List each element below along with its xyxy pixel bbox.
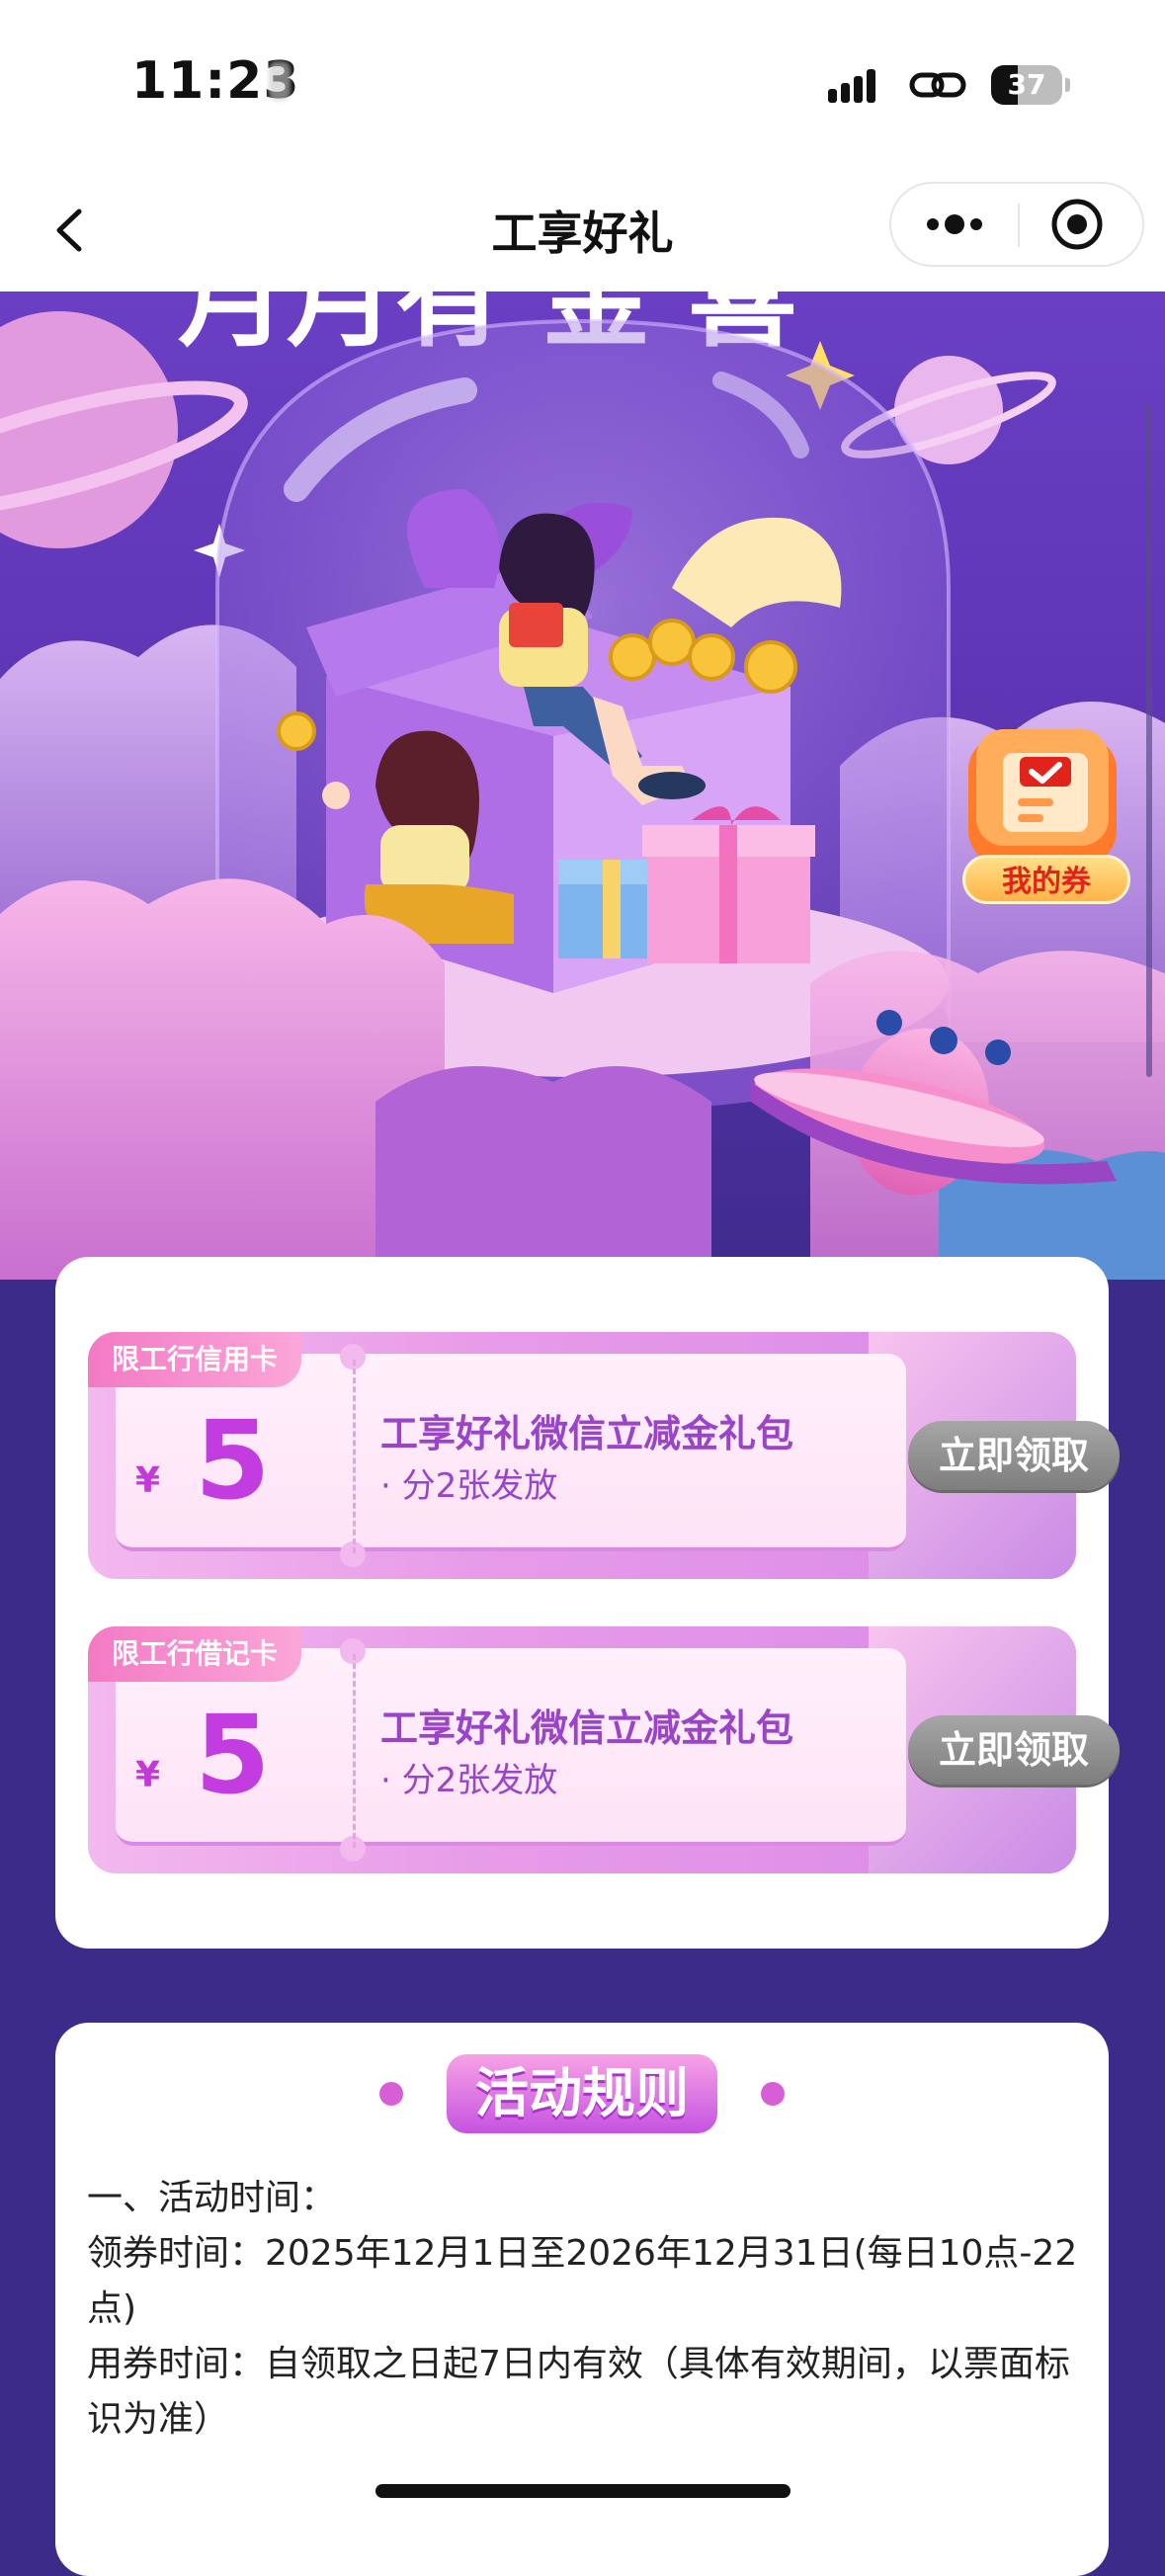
coupon-subtitle: · 分2张发放 [380, 1761, 558, 1800]
coupon-title: 工享好礼微信立减金礼包 [380, 1412, 794, 1455]
rules-title-badge: 活动规则 [447, 2054, 717, 2133]
home-indicator[interactable] [375, 2484, 791, 2498]
rules-section-heading: 一、活动时间： [87, 2178, 337, 2218]
link-icon [909, 72, 966, 98]
rules-header: 活动规则 [55, 2042, 1109, 2133]
coupon-perforation [353, 1654, 356, 1848]
mini-program-capsule [889, 182, 1144, 267]
hero-banner: 月月有 金 喜 [0, 291, 1165, 1280]
rules-use-time: 用券时间：自领取之日起7日内有效（具体有效期间，以票面标识为准） [87, 2344, 1070, 2440]
my-coupons-label: 我的券 [962, 855, 1130, 904]
coupon-amount: 5 [195, 1397, 271, 1524]
rules-body: 一、活动时间： 领券时间：2025年12月1日至2026年12月31日(每日10… [87, 2171, 1085, 2448]
rules-title: 活动规则 [475, 2062, 689, 2124]
close-mini-program-icon[interactable] [1020, 184, 1142, 265]
currency-symbol: ¥ [135, 1755, 161, 1795]
decorative-dot [761, 2082, 785, 2106]
battery-percent: 37 [1007, 68, 1046, 101]
currency-symbol: ¥ [135, 1460, 161, 1501]
coupon-restriction-tag: 限工行借记卡 [88, 1626, 302, 1682]
status-blur-mark [269, 61, 291, 101]
coupon-card-debit: 限工行借记卡 ¥ 5 工享好礼微信立减金礼包 · 分2张发放 立即领取 [88, 1626, 1120, 1873]
rules-claim-time: 领券时间：2025年12月1日至2026年12月31日(每日10点-22点) [87, 2233, 1078, 2329]
scrollbar[interactable] [1146, 405, 1152, 1077]
my-coupons-button[interactable]: 我的券 [949, 721, 1136, 909]
coupon-title: 工享好礼微信立减金礼包 [380, 1706, 794, 1750]
coupon-card-credit: 限工行信用卡 ¥ 5 工享好礼微信立减金礼包 · 分2张发放 立即领取 [88, 1332, 1120, 1579]
status-bar: 11:23 37 [0, 0, 1165, 168]
coupon-amount: 5 [195, 1692, 271, 1818]
coupon-restriction-tag: 限工行信用卡 [88, 1332, 302, 1387]
coupon-perforation [353, 1360, 356, 1553]
battery-icon: 37 [991, 65, 1070, 105]
coupon-clipboard-icon [968, 729, 1117, 865]
claim-button[interactable]: 立即领取 [908, 1715, 1120, 1785]
decorative-dot [379, 2082, 403, 2106]
claim-button[interactable]: 立即领取 [908, 1421, 1120, 1490]
coupon-subtitle: · 分2张发放 [380, 1466, 558, 1506]
coupon-list-panel: 限工行信用卡 ¥ 5 工享好礼微信立减金礼包 · 分2张发放 立即领取 限工行借… [55, 1257, 1120, 1949]
cellular-signal-icon [828, 67, 887, 103]
navigation-bar: 工享好礼 [0, 168, 1165, 291]
more-options-icon[interactable] [891, 184, 1018, 265]
